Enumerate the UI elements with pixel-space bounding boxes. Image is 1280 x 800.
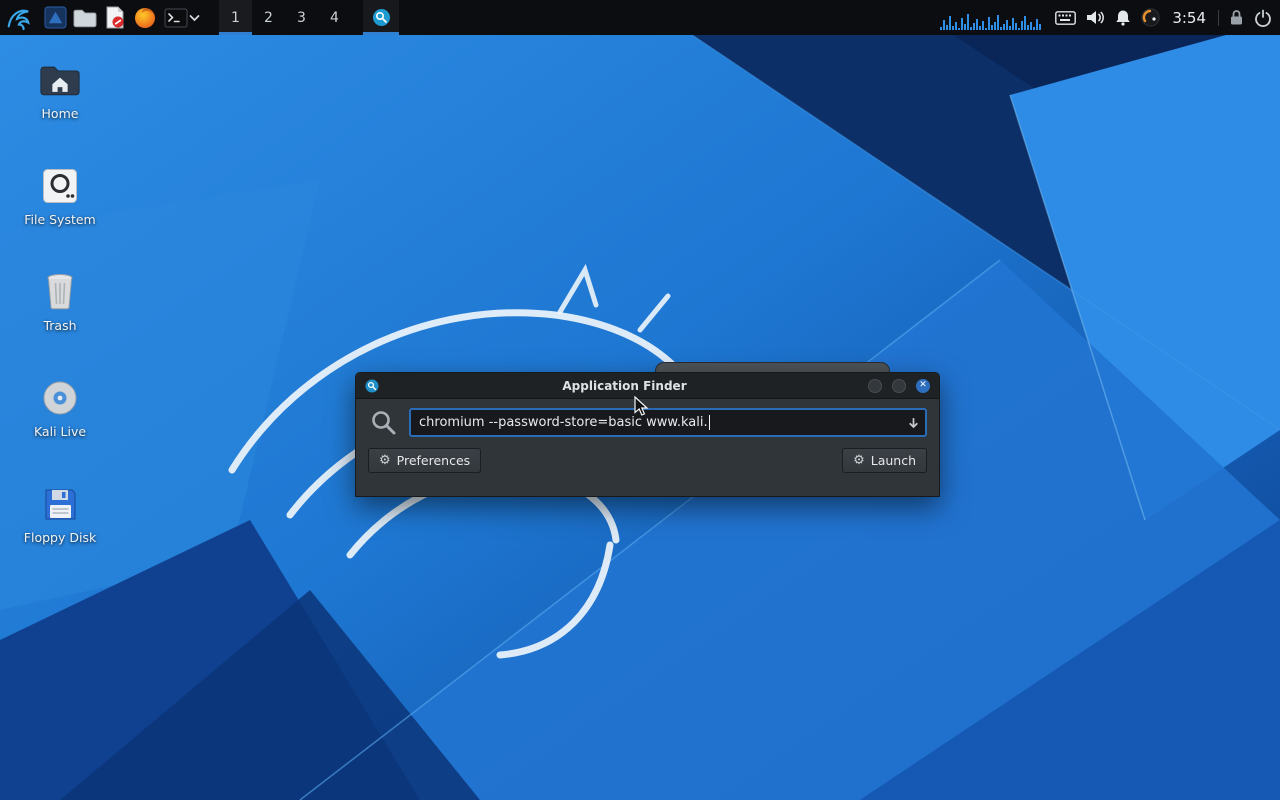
- application-finder-dialog: Application Finder ✕ chromium --password…: [355, 372, 940, 497]
- workspace-2[interactable]: 2: [252, 0, 285, 35]
- tray-indicator-icon[interactable]: [1141, 0, 1160, 35]
- arrow-down-icon: [907, 416, 920, 429]
- workspace-1[interactable]: 1: [219, 0, 252, 35]
- panel-separator: [1218, 10, 1219, 26]
- volume-icon[interactable]: [1086, 0, 1105, 35]
- drive-icon: [10, 158, 110, 204]
- close-button[interactable]: ✕: [916, 379, 930, 393]
- keyboard-icon[interactable]: [1055, 0, 1076, 35]
- kali-menu-icon[interactable]: [2, 0, 34, 35]
- desktop-icon-kali-live[interactable]: Kali Live: [10, 370, 110, 439]
- terminal-launcher[interactable]: [160, 0, 205, 35]
- terminal-icon: [164, 8, 188, 28]
- launch-icon: ⚙: [853, 454, 865, 467]
- desktop-icon-label: Floppy Disk: [10, 531, 110, 545]
- search-input-value: chromium --password-store=basic www.kali…: [419, 415, 708, 430]
- workspace-2-label: 2: [264, 10, 273, 26]
- maximize-button[interactable]: [892, 379, 906, 393]
- cpu-graph[interactable]: [940, 6, 1041, 30]
- desktop-icon-label: Home: [10, 107, 110, 121]
- desktop-icon-file-system[interactable]: File System: [10, 158, 110, 227]
- window-buttons: ✕: [868, 379, 930, 393]
- launch-button[interactable]: ⚙ Launch: [842, 448, 927, 473]
- dialog-titlebar[interactable]: Application Finder ✕: [356, 373, 939, 399]
- taskbar-application-finder[interactable]: [363, 0, 399, 35]
- desktop-icon-home[interactable]: Home: [10, 52, 110, 121]
- document-icon[interactable]: [100, 0, 130, 35]
- close-icon: ✕: [919, 381, 927, 390]
- notifications-bell-icon[interactable]: [1115, 0, 1131, 35]
- workspace-1-label: 1: [231, 10, 240, 26]
- desktop-icon-label: Kali Live: [10, 425, 110, 439]
- gear-icon: ⚙: [379, 454, 391, 467]
- preferences-button[interactable]: ⚙ Preferences: [368, 448, 481, 473]
- chevron-down-icon: [188, 12, 201, 24]
- panel-right-group: 3:54: [940, 0, 1280, 35]
- workspace-4-label: 4: [330, 10, 339, 26]
- top-panel: 1 2 3 4: [0, 0, 1280, 35]
- search-icon: [370, 409, 397, 436]
- dialog-body: chromium --password-store=basic www.kali…: [356, 399, 939, 484]
- panel-left-group: 1 2 3 4: [0, 0, 399, 35]
- clock[interactable]: 3:54: [1170, 9, 1208, 27]
- firefox-icon[interactable]: [130, 0, 160, 35]
- desktop-icon-label: File System: [10, 213, 110, 227]
- workspace-switcher: 1 2 3 4: [219, 0, 351, 35]
- folder-icon[interactable]: [70, 0, 100, 35]
- desktop-icon-floppy-disk[interactable]: Floppy Disk: [10, 476, 110, 545]
- application-finder-window-icon: [365, 379, 381, 393]
- application-finder-icon: [372, 8, 391, 27]
- preferences-button-label: Preferences: [397, 453, 471, 468]
- dialog-title: Application Finder: [381, 379, 868, 393]
- floppy-disk-icon: [10, 476, 110, 522]
- desktop-icon-trash[interactable]: Trash: [10, 264, 110, 333]
- desktop-icon-label: Trash: [10, 319, 110, 333]
- workspace-3-label: 3: [297, 10, 306, 26]
- workspace-4[interactable]: 4: [318, 0, 351, 35]
- lock-screen-icon[interactable]: [1229, 0, 1244, 35]
- trash-icon: [10, 264, 110, 310]
- search-input[interactable]: chromium --password-store=basic www.kali…: [409, 408, 927, 437]
- home-folder-icon: [10, 52, 110, 98]
- text-caret: [709, 415, 710, 430]
- power-icon[interactable]: [1254, 0, 1272, 35]
- minimize-button[interactable]: [868, 379, 882, 393]
- disc-icon: [10, 370, 110, 416]
- workspace-3[interactable]: 3: [285, 0, 318, 35]
- history-dropdown-arrow[interactable]: [907, 416, 920, 429]
- launch-button-label: Launch: [871, 453, 916, 468]
- files-app-icon[interactable]: [40, 0, 70, 35]
